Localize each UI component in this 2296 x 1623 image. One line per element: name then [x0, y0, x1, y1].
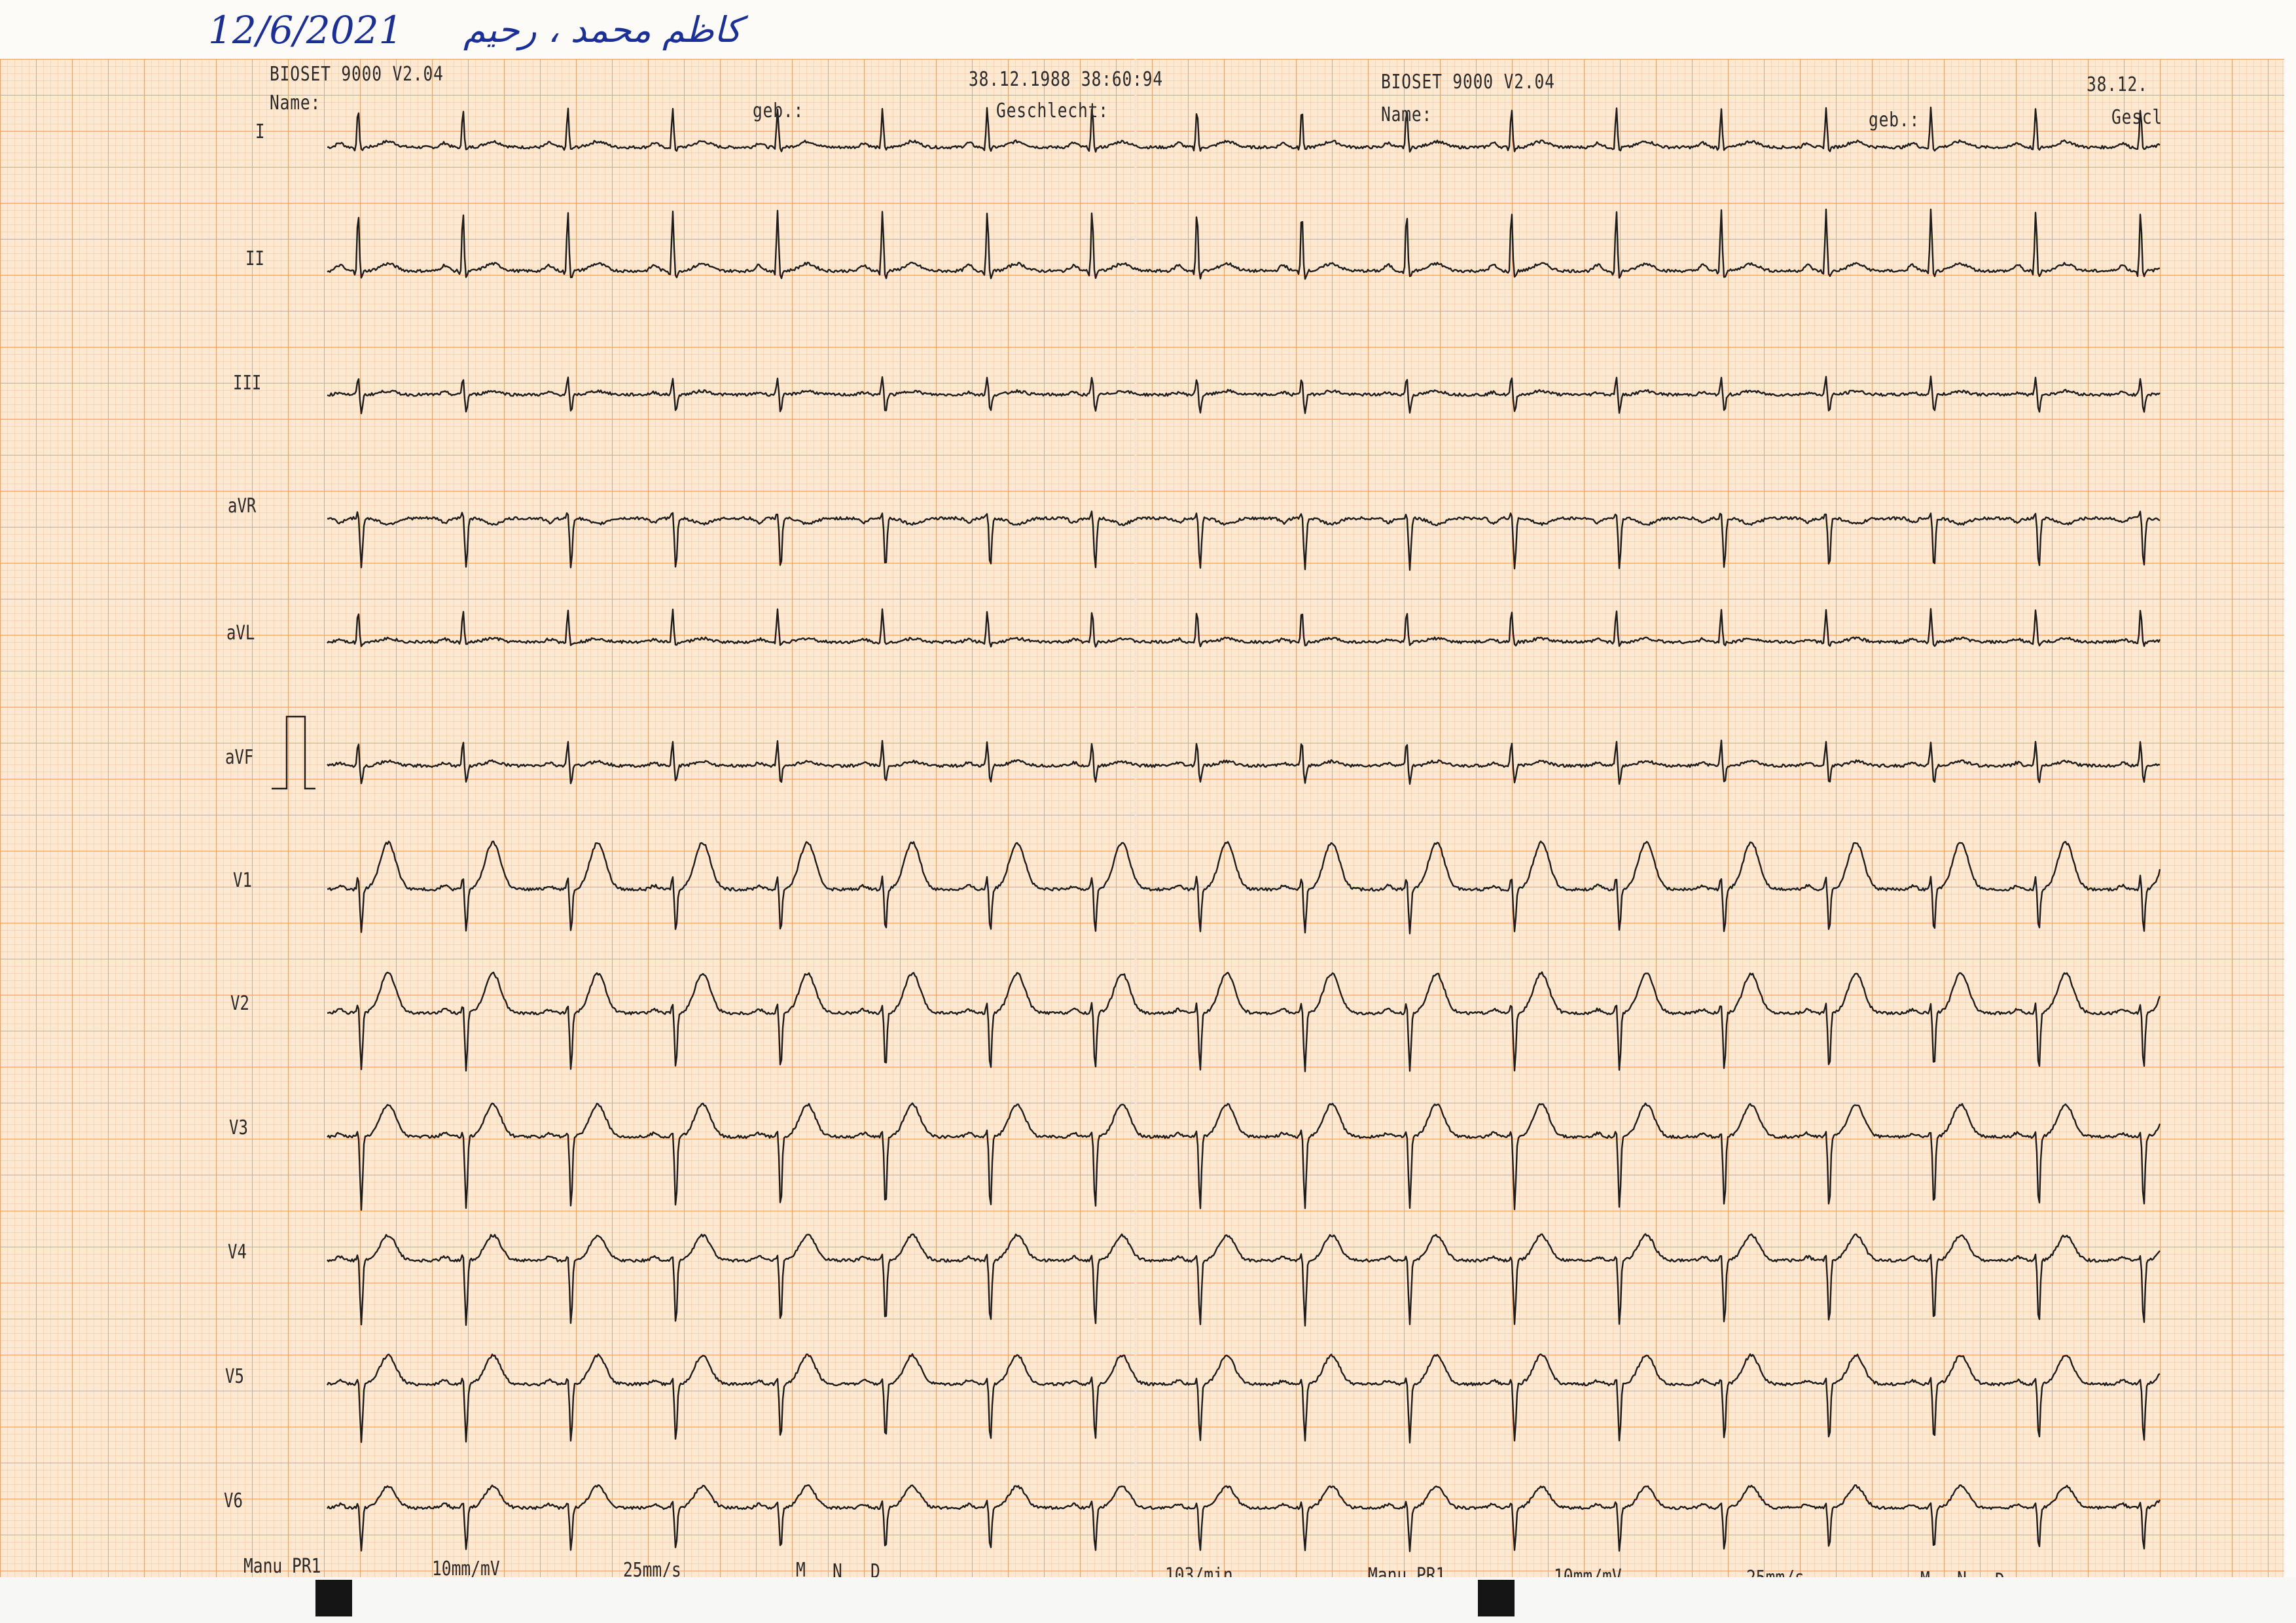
- lead-label-avr: aVR: [228, 495, 257, 518]
- lead-label-i: I: [255, 120, 265, 143]
- lead-label-avf: aVF: [225, 746, 254, 769]
- timestamp-right: 38.12.: [2087, 73, 2148, 96]
- device-model-left: BIOSET 9000 V2.04: [270, 63, 444, 86]
- sex-label-left: Geschlecht:: [996, 99, 1109, 122]
- lead-label-v6: V6: [224, 1489, 243, 1512]
- lead-label-iii: III: [233, 372, 262, 395]
- sync-marker-right: [1478, 1580, 1515, 1616]
- device-model-right: BIOSET 9000 V2.04: [1381, 71, 1555, 94]
- dob-label-left: geb.:: [753, 99, 804, 122]
- lead-label-v4: V4: [228, 1241, 247, 1264]
- ecg-chart: [0, 59, 2284, 1577]
- dob-label-right: geb.:: [1869, 109, 1920, 132]
- timestamp-left: 38.12.1988 38:60:94: [969, 68, 1163, 91]
- handwritten-patient-name: كاظم محمد ، رحيم: [463, 9, 742, 50]
- handwritten-date: 12/6/2021: [208, 8, 403, 52]
- lead-label-v1: V1: [233, 869, 252, 892]
- sync-marker-left: [315, 1580, 352, 1616]
- name-label-right: Name:: [1381, 103, 1433, 126]
- ecg-paper: [0, 59, 2284, 1577]
- lead-label-v3: V3: [229, 1116, 248, 1139]
- mode-left: Manu PR1: [243, 1555, 321, 1578]
- lead-label-v2: V2: [230, 992, 249, 1015]
- sex-label-right: Gescl: [2111, 106, 2163, 129]
- lead-label-avl: aVL: [226, 622, 255, 645]
- name-label-left: Name:: [270, 92, 321, 115]
- lead-label-v5: V5: [225, 1365, 244, 1388]
- lead-label-ii: II: [245, 247, 264, 270]
